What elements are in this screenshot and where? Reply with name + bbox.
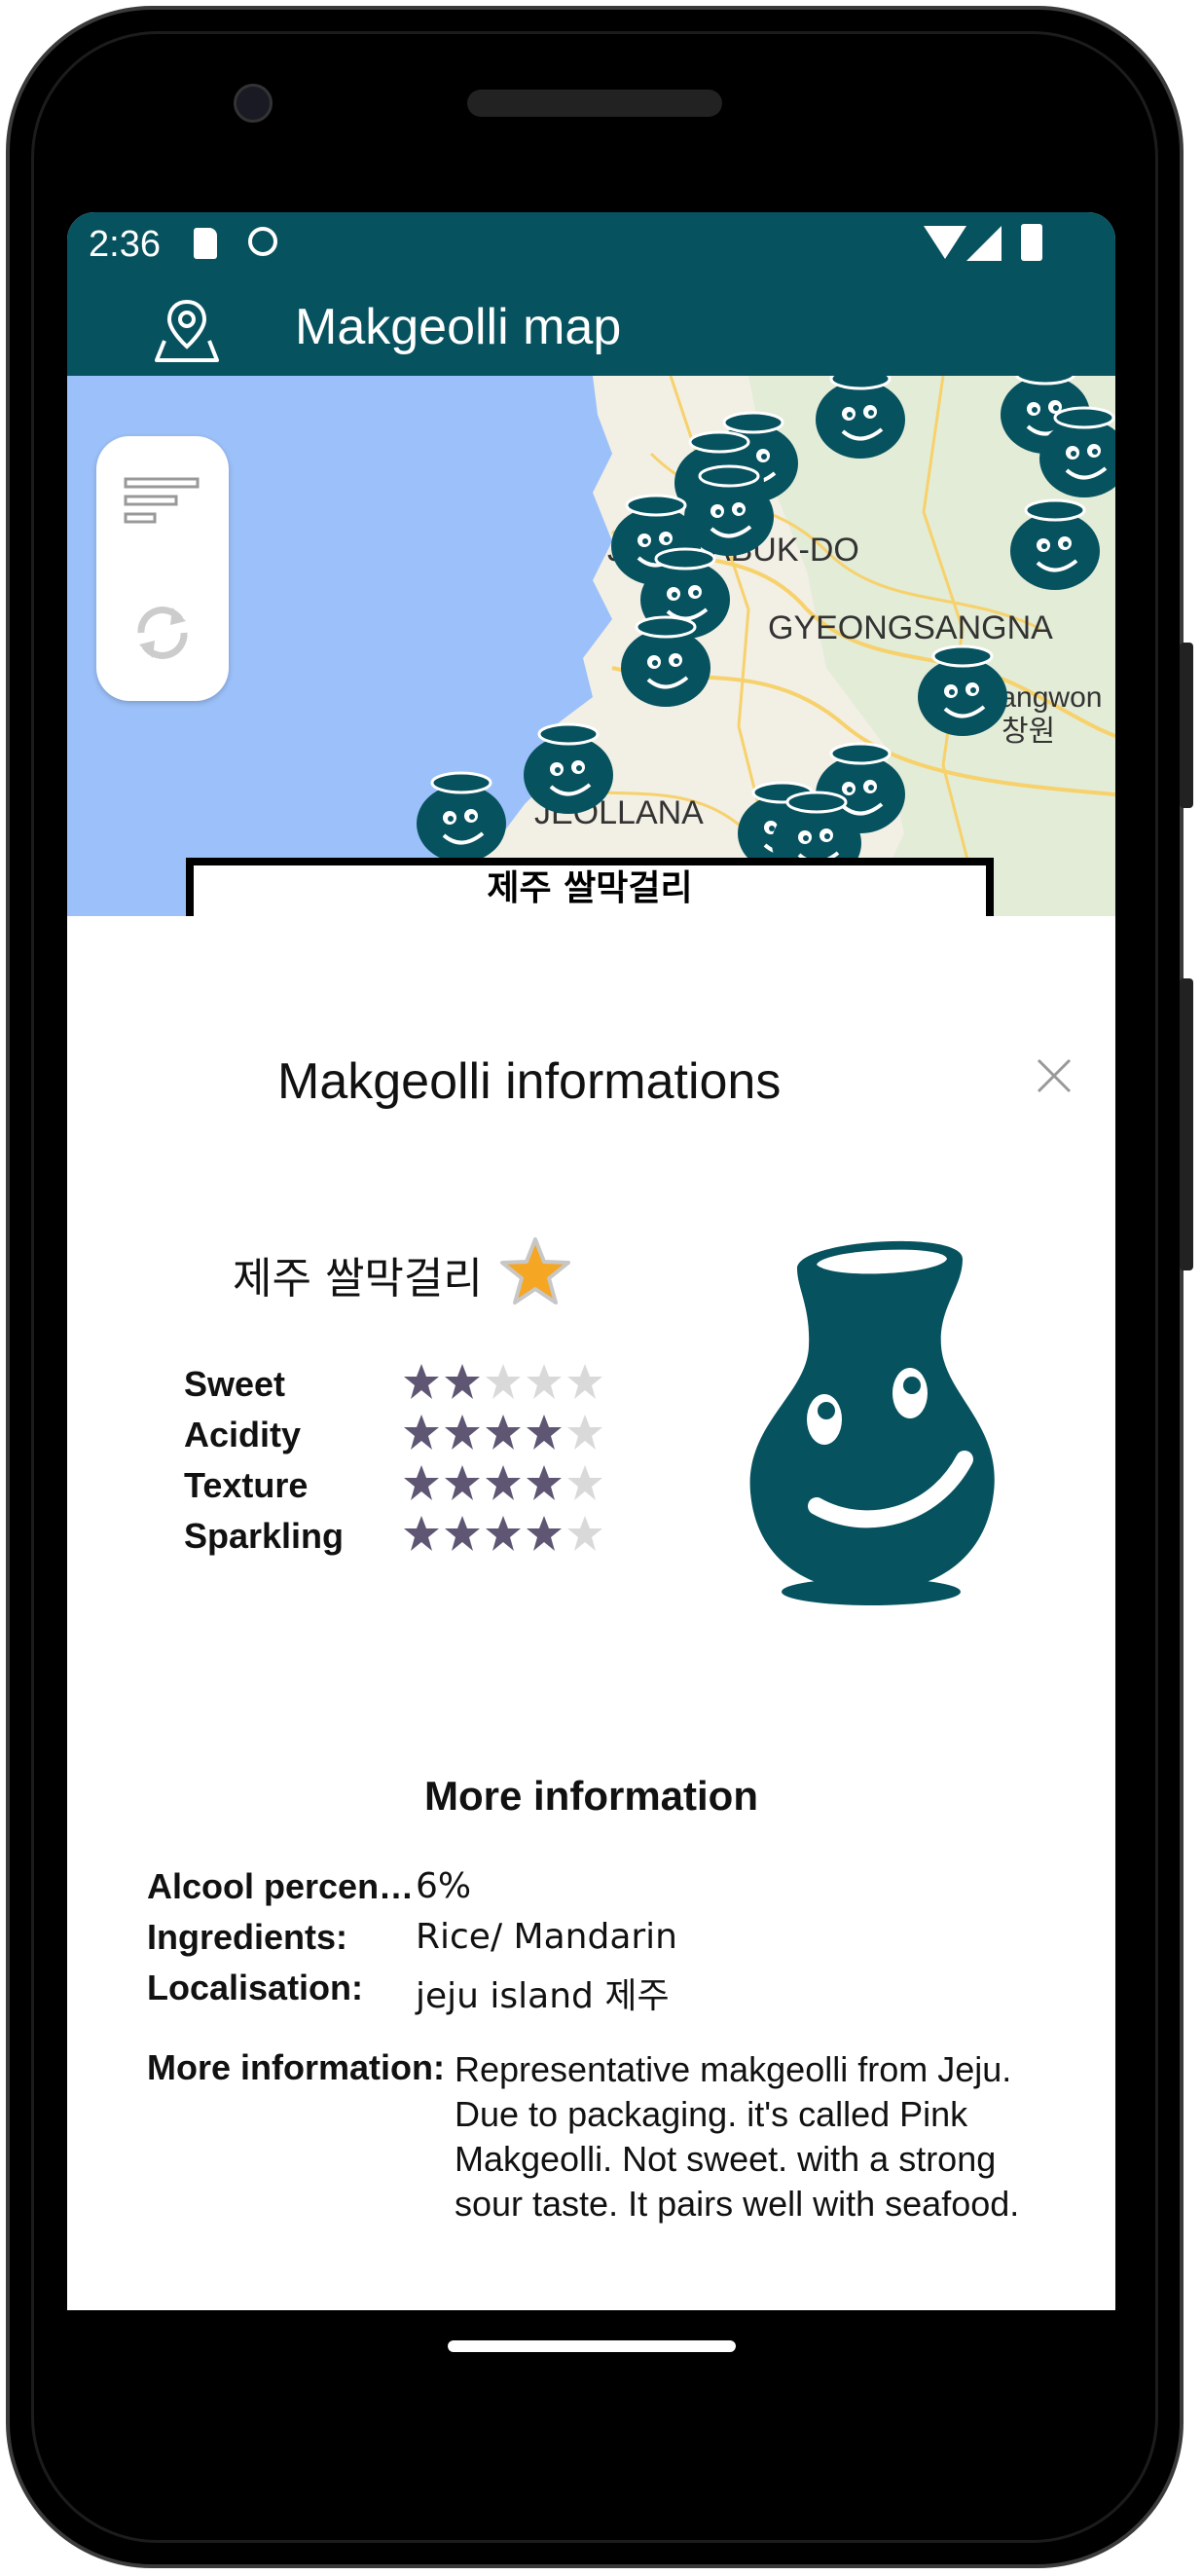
star-filled-icon[interactable] (525, 1514, 564, 1553)
rating-row-sparkling: Sparkling (184, 1516, 671, 1566)
description-text: Representative makgeolli from Jeju. Due … (455, 2049, 1020, 2224)
phone-frame: 2:36 Makgeolli map GYEONGSANGNA JEOLLANA… (0, 0, 1202, 2576)
star-filled-icon[interactable] (443, 1463, 482, 1502)
star-filled-icon[interactable] (402, 1463, 441, 1502)
rating-row-texture: Texture (184, 1465, 671, 1516)
sheet-title: Makgeolli informations (277, 1053, 782, 1110)
info-value: Rice/ Mandarin (416, 1917, 677, 1957)
star-empty-icon[interactable] (525, 1362, 564, 1401)
star-filled-icon[interactable] (484, 1413, 523, 1452)
rating-label: Acidity (184, 1415, 302, 1454)
earpiece-speaker (467, 90, 722, 117)
filter-icon[interactable] (124, 475, 201, 534)
star-filled-icon[interactable] (484, 1463, 523, 1502)
map-marker (415, 771, 508, 865)
rating-label: Sparkling (184, 1516, 345, 1556)
more-info-title: More information (424, 1773, 758, 1819)
map-marker (1008, 498, 1102, 592)
close-icon[interactable] (1031, 1052, 1077, 1099)
star-empty-icon[interactable] (565, 1362, 604, 1401)
star-empty-icon[interactable] (565, 1413, 604, 1452)
cell-signal-icon (966, 226, 1002, 261)
star-filled-icon[interactable] (525, 1413, 564, 1452)
description-label: More information: (147, 2047, 445, 2087)
screen: 2:36 Makgeolli map GYEONGSANGNA JEOLLANA… (67, 212, 1115, 2310)
star-filled-icon[interactable] (402, 1362, 441, 1401)
rating-row-acidity: Acidity (184, 1415, 671, 1465)
map-marker (522, 722, 615, 816)
front-camera (234, 84, 273, 123)
home-indicator[interactable] (448, 2340, 736, 2352)
map-marker (916, 644, 1009, 738)
info-value: jeju island 제주 (416, 1976, 670, 2016)
rating-label: Sweet (184, 1364, 286, 1404)
status-time: 2:36 (89, 224, 161, 265)
battery-icon (1021, 224, 1042, 261)
app-bar: Makgeolli map (67, 278, 1115, 376)
star-filled-icon[interactable] (402, 1413, 441, 1452)
rating-label: Texture (184, 1465, 309, 1505)
map-view[interactable]: JEOLLABUK-DO GYEONGSANGNA JEOLLANA Chang… (67, 376, 1115, 916)
star-empty-icon[interactable] (484, 1362, 523, 1401)
favorite-star-icon[interactable] (499, 1235, 571, 1307)
map-marker (814, 376, 907, 460)
sd-card-icon (194, 228, 217, 259)
star-filled-icon[interactable] (443, 1514, 482, 1553)
app-title: Makgeolli map (295, 299, 622, 355)
volume-button (1180, 978, 1193, 1270)
info-label: Ingredients: (147, 1917, 348, 1957)
face-icon (248, 227, 277, 256)
star-empty-icon[interactable] (565, 1514, 604, 1553)
makgeolli-name: 제주 쌀막걸리 (233, 1254, 483, 1304)
star-filled-icon[interactable] (402, 1514, 441, 1553)
status-bar: 2:36 (67, 212, 1115, 278)
info-value: 6% (416, 1866, 472, 1906)
refresh-icon[interactable] (129, 600, 196, 666)
info-sheet: Makgeolli informations 제주 쌀막걸리 Sweet Aci… (67, 916, 1115, 2310)
star-filled-icon[interactable] (443, 1362, 482, 1401)
power-button (1180, 643, 1193, 808)
star-filled-icon[interactable] (443, 1413, 482, 1452)
rating-row-sweet: Sweet (184, 1364, 671, 1415)
makgeolli-jar-illustration (749, 1240, 995, 1605)
selected-marker-label: 제주 쌀막걸리 (186, 858, 994, 916)
wifi-icon (924, 226, 966, 259)
star-filled-icon[interactable] (525, 1463, 564, 1502)
map-pin-icon[interactable] (153, 296, 221, 364)
info-label: Alcool percen… (147, 1866, 415, 1906)
map-controls (96, 436, 229, 701)
info-label: Localisation: (147, 1968, 364, 2007)
star-empty-icon[interactable] (565, 1463, 604, 1502)
star-filled-icon[interactable] (484, 1514, 523, 1553)
